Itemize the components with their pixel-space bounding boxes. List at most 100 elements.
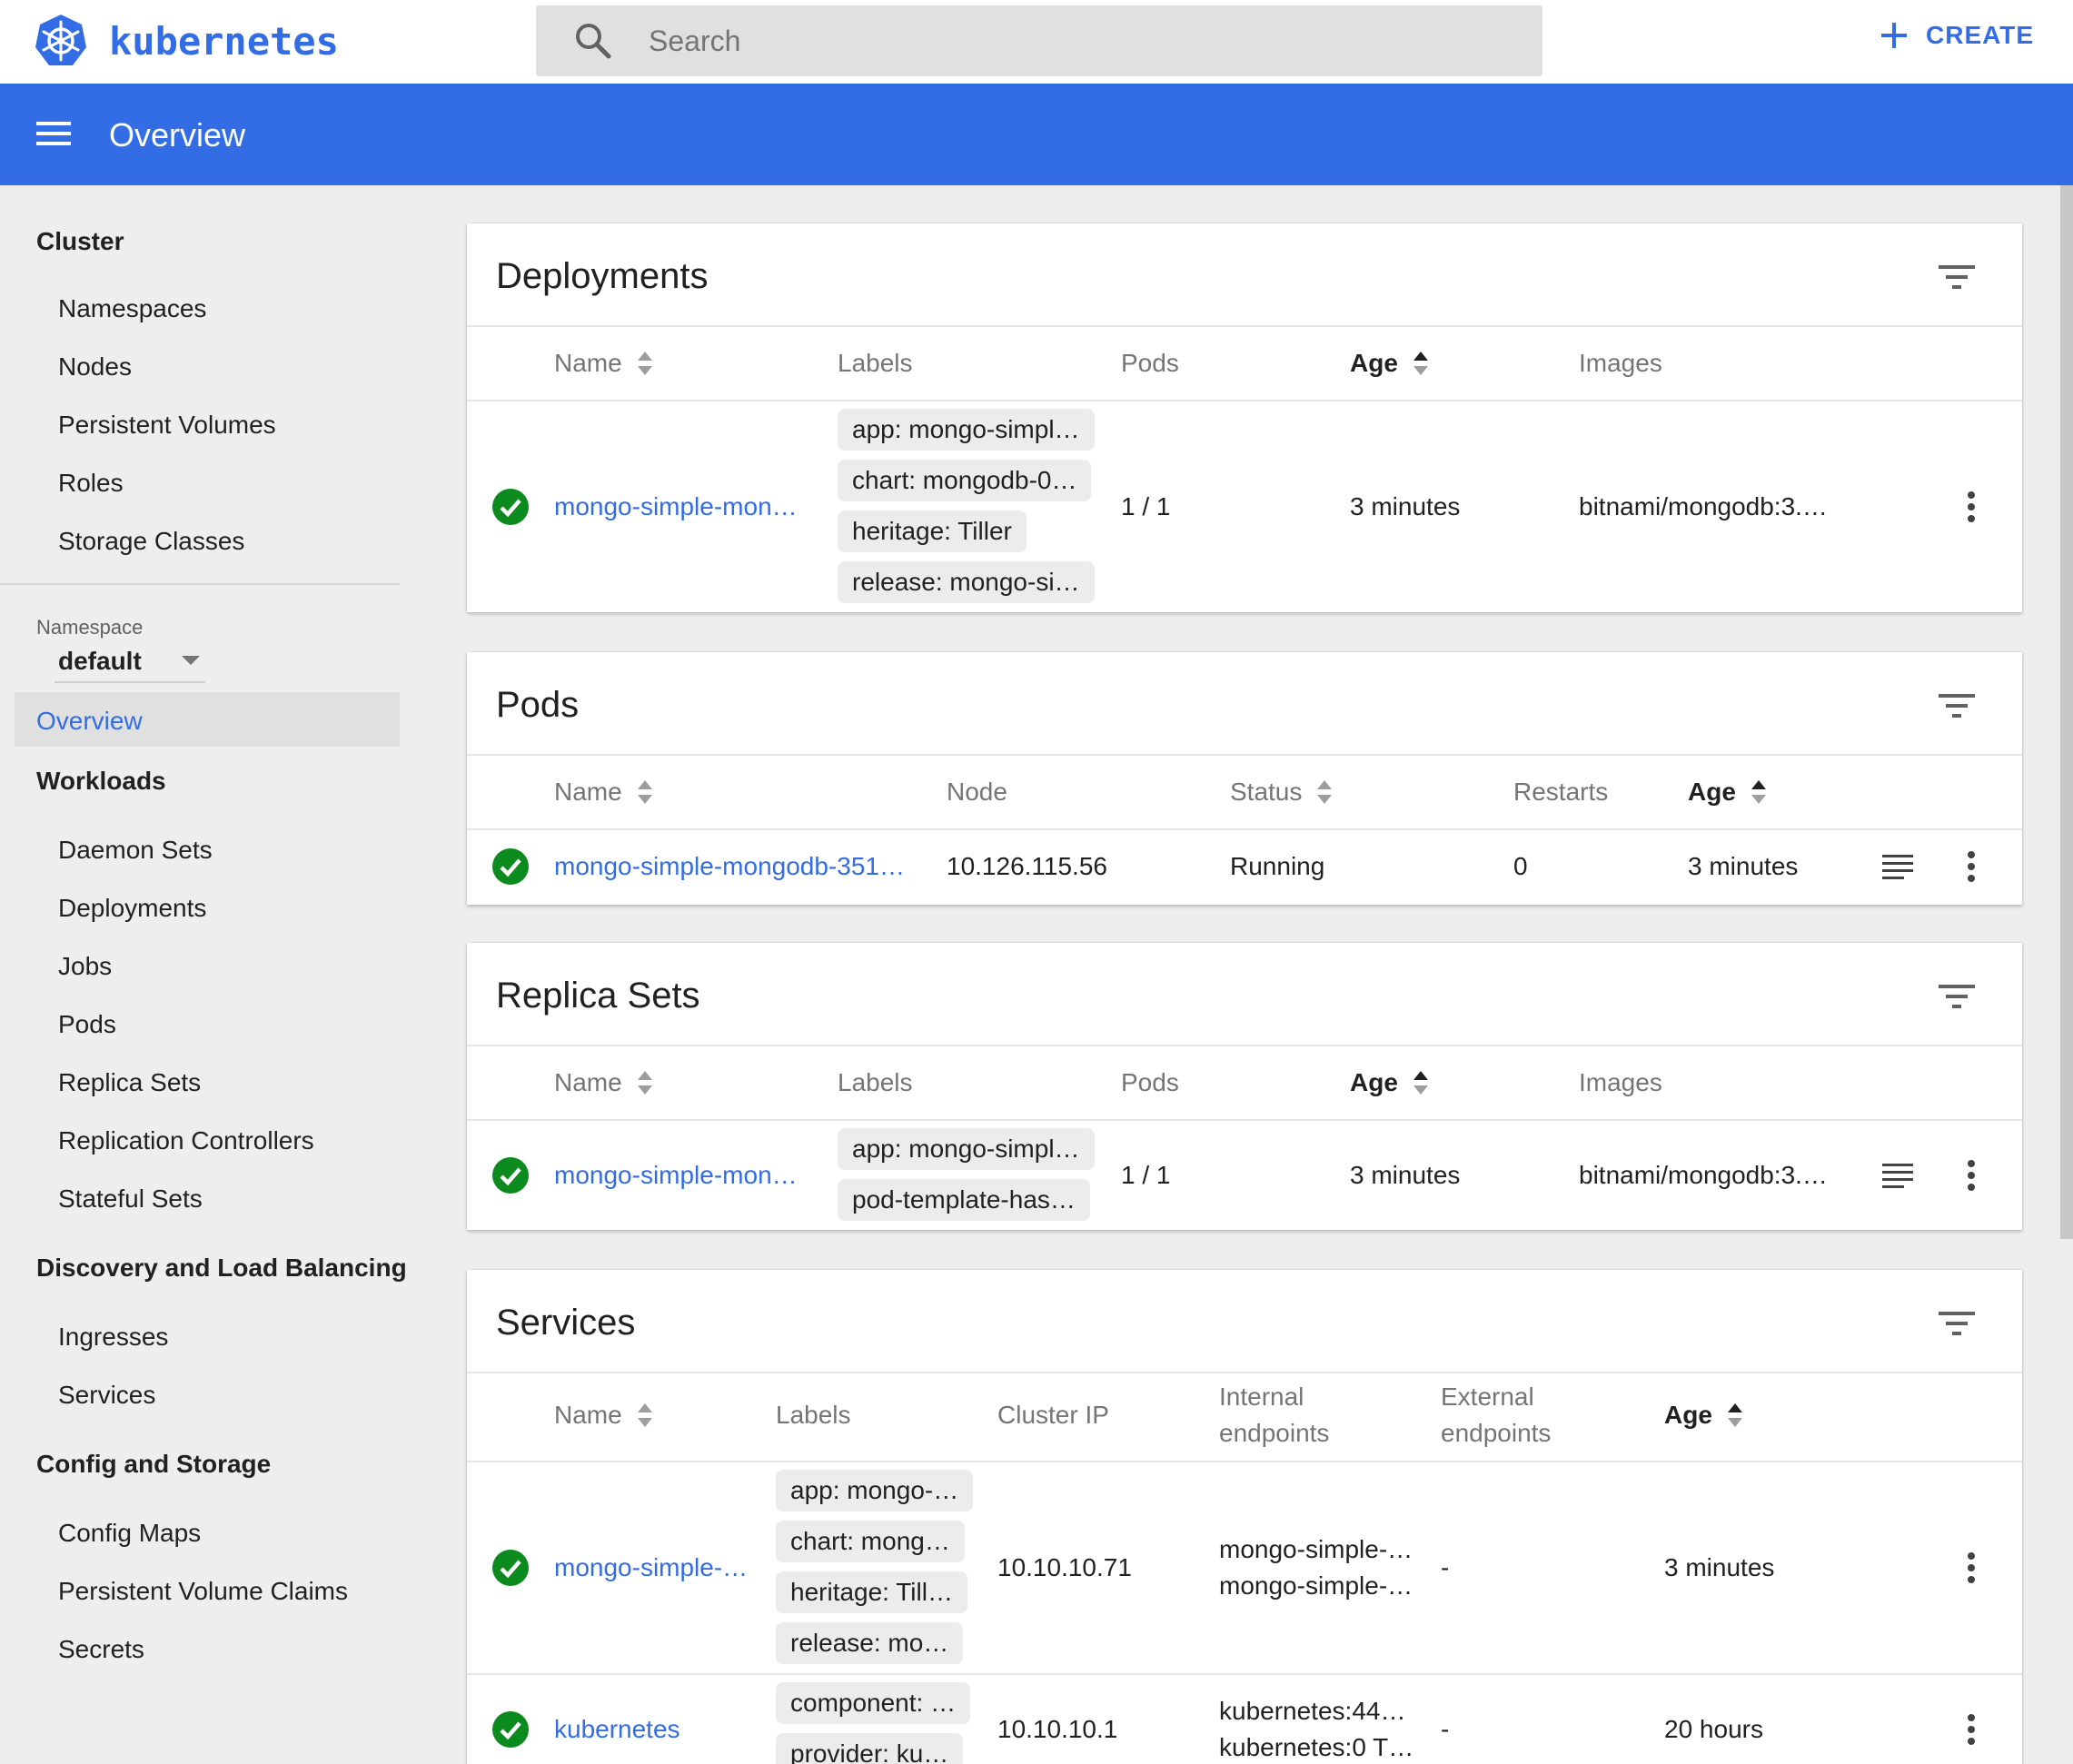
column-header-label: Node (947, 778, 1007, 806)
column-header-labels: Labels (776, 1401, 851, 1430)
divider (467, 1045, 2022, 1046)
namespace-value: default (58, 647, 142, 675)
success-check-icon (492, 1157, 529, 1194)
sidebar-item-secrets[interactable]: Secrets (58, 1635, 144, 1664)
age-value: 3 minutes (1350, 1161, 1461, 1189)
sidebar-section-workloads[interactable]: Workloads (36, 767, 166, 796)
sidebar-item-deployments[interactable]: Deployments (58, 894, 206, 923)
deployment-name-link[interactable]: mongo-simple-mon… (554, 492, 798, 521)
column-header-label: Labels (838, 1068, 913, 1096)
sidebar-item-roles[interactable]: Roles (58, 469, 124, 498)
replica-set-name-link[interactable]: mongo-simple-mon… (554, 1161, 798, 1190)
sidebar-section-config[interactable]: Config and Storage (36, 1450, 271, 1479)
column-header-age[interactable]: Age (1688, 778, 1767, 807)
column-header-internal-endpoints-line2: endpoints (1219, 1419, 1329, 1448)
pod-name-link[interactable]: mongo-simple-mongodb-351… (554, 852, 905, 881)
sidebar-section-discovery[interactable]: Discovery and Load Balancing (36, 1254, 407, 1283)
plus-icon (1881, 23, 1907, 48)
sort-icon (637, 1071, 652, 1095)
column-header-age[interactable]: Age (1664, 1401, 1743, 1430)
sidebar-item-pods[interactable]: Pods (58, 1010, 116, 1039)
more-vert-icon[interactable] (1966, 1713, 1977, 1746)
column-header-labels: Labels (838, 1068, 913, 1097)
sidebar-item-replica-sets[interactable]: Replica Sets (58, 1068, 201, 1097)
sidebar-item-persistent-volumes[interactable]: Persistent Volumes (58, 411, 276, 440)
external-endpoint: - (1441, 1553, 1450, 1581)
more-vert-icon[interactable] (1966, 850, 1977, 883)
sort-icon (1317, 780, 1333, 804)
cluster-ip-value: 10.10.10.1 (997, 1715, 1118, 1743)
success-check-icon (492, 1550, 529, 1586)
filter-icon[interactable] (1939, 692, 1975, 719)
card-title: Replica Sets (496, 976, 700, 1016)
sidebar-item-overview[interactable]: Overview (15, 692, 400, 747)
create-button-label: CREATE (1926, 21, 2035, 49)
column-header-label: Images (1579, 349, 1662, 377)
sidebar-item-jobs[interactable]: Jobs (58, 952, 112, 981)
sidebar-item-nodes[interactable]: Nodes (58, 352, 132, 382)
deployments-card: Deployments Name Labels Pods Age Images … (467, 223, 2022, 612)
sidebar-item-persistent-volume-claims[interactable]: Persistent Volume Claims (58, 1577, 348, 1606)
column-header-status[interactable]: Status (1230, 778, 1333, 807)
search-input[interactable] (649, 5, 1521, 76)
divider (467, 400, 2022, 401)
column-header-name[interactable]: Name (554, 778, 653, 807)
pods-count: 1 / 1 (1121, 492, 1171, 520)
sidebar-item-ingresses[interactable]: Ingresses (58, 1323, 168, 1352)
more-vert-icon[interactable] (1966, 1159, 1977, 1192)
label-chip: chart: mong… (776, 1521, 965, 1562)
label-chip: heritage: Tiller (838, 510, 1027, 552)
column-header-label: Restarts (1513, 778, 1609, 806)
sidebar-item-services[interactable]: Services (58, 1381, 155, 1410)
logs-icon[interactable] (1882, 1163, 1913, 1188)
column-header-name[interactable]: Name (554, 349, 653, 378)
column-header-name[interactable]: Name (554, 1068, 653, 1097)
status-value: Running (1230, 852, 1325, 880)
services-card: Services Name Labels Cluster IP Internal… (467, 1270, 2022, 1764)
column-header-pods: Pods (1121, 1068, 1179, 1097)
column-header-age[interactable]: Age (1350, 1068, 1429, 1097)
sidebar-item-stateful-sets[interactable]: Stateful Sets (58, 1184, 203, 1214)
more-vert-icon[interactable] (1966, 1551, 1977, 1584)
divider (467, 828, 2022, 830)
restarts-value: 0 (1513, 852, 1528, 880)
kubernetes-logo[interactable]: kubernetes (33, 13, 339, 69)
service-name-link[interactable]: kubernetes (554, 1715, 680, 1744)
filter-icon[interactable] (1939, 263, 1975, 291)
column-header-label: Labels (838, 349, 913, 377)
column-header-age[interactable]: Age (1350, 349, 1429, 378)
divider (467, 325, 2022, 327)
sidebar-item-replication-controllers[interactable]: Replication Controllers (58, 1126, 314, 1155)
service-name-link[interactable]: mongo-simple-… (554, 1553, 748, 1582)
external-endpoint: - (1441, 1715, 1450, 1743)
sort-icon (637, 780, 652, 804)
logs-icon[interactable] (1882, 854, 1913, 879)
search-bar (536, 5, 1542, 76)
namespace-select[interactable]: default (55, 639, 205, 683)
label-chip: component: … (776, 1682, 971, 1724)
sidebar-item-storage-classes[interactable]: Storage Classes (58, 527, 244, 556)
sidebar-item-namespaces[interactable]: Namespaces (58, 294, 206, 323)
hamburger-menu-icon[interactable] (36, 120, 71, 147)
column-header-label: Pods (1121, 349, 1179, 377)
divider (467, 1372, 2022, 1373)
filter-icon[interactable] (1939, 1310, 1975, 1337)
internal-endpoint: mongo-simple-… (1219, 1571, 1413, 1600)
sidebar-section-cluster[interactable]: Cluster (36, 227, 124, 256)
sidebar-item-daemon-sets[interactable]: Daemon Sets (58, 836, 213, 865)
sort-icon (637, 352, 652, 375)
scrollbar[interactable] (2060, 185, 2073, 1239)
dropdown-caret-icon (182, 656, 200, 665)
page-title: Overview (109, 116, 246, 154)
more-vert-icon[interactable] (1966, 491, 1977, 523)
create-button[interactable]: CREATE (1879, 20, 2034, 51)
column-header-label: Name (554, 1068, 622, 1096)
column-header-external-endpoints-line1: External (1441, 1382, 1534, 1412)
node-value: 10.126.115.56 (947, 852, 1107, 880)
image-value: bitnami/mongodb:3.… (1579, 1161, 1828, 1189)
namespace-label: Namespace (36, 616, 144, 639)
image-value: bitnami/mongodb:3.… (1579, 492, 1828, 520)
sidebar-item-config-maps[interactable]: Config Maps (58, 1519, 201, 1548)
column-header-name[interactable]: Name (554, 1401, 653, 1430)
filter-icon[interactable] (1939, 983, 1975, 1010)
